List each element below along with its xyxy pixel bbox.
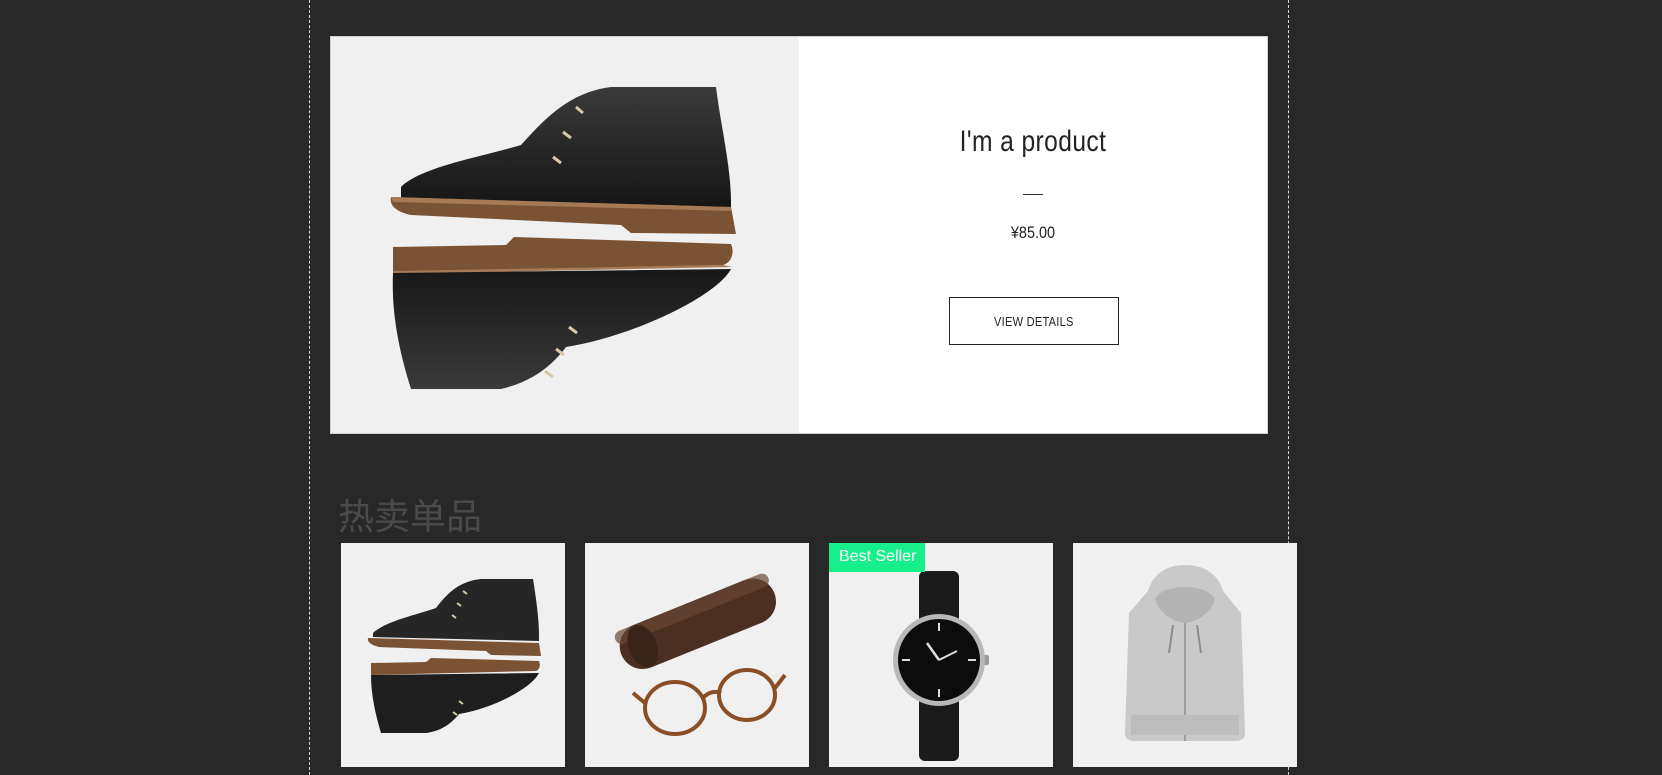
left-guide-line (309, 0, 310, 775)
product-tile-glasses[interactable] (585, 543, 809, 767)
featured-product-card: I'm a product ¥85.00 VIEW DETAILS (330, 36, 1268, 434)
best-seller-badge: Best Seller (829, 543, 926, 572)
hoodie-image (1125, 565, 1245, 741)
glasses-case-image (614, 573, 787, 736)
product-title[interactable]: I'm a product (841, 125, 1225, 159)
featured-product-image[interactable] (331, 37, 799, 433)
product-tile-shoes[interactable] (341, 543, 565, 767)
product-price: ¥85.00 (1010, 223, 1056, 242)
featured-product-info: I'm a product ¥85.00 VIEW DETAILS (799, 37, 1267, 433)
product-tile-watch[interactable]: Best Seller (829, 543, 1053, 767)
watch-image (893, 571, 989, 761)
section-heading: 热卖单品 (338, 497, 483, 538)
page-canvas: I'm a product ¥85.00 VIEW DETAILS 热卖单品 B… (0, 0, 1662, 775)
product-tile-hoodie[interactable] (1073, 543, 1297, 767)
title-divider (1023, 194, 1043, 195)
view-details-button[interactable]: VIEW DETAILS (949, 297, 1119, 345)
shoes-image (390, 87, 736, 389)
shoes-image (367, 579, 541, 733)
view-details-label: VIEW DETAILS (994, 313, 1074, 329)
